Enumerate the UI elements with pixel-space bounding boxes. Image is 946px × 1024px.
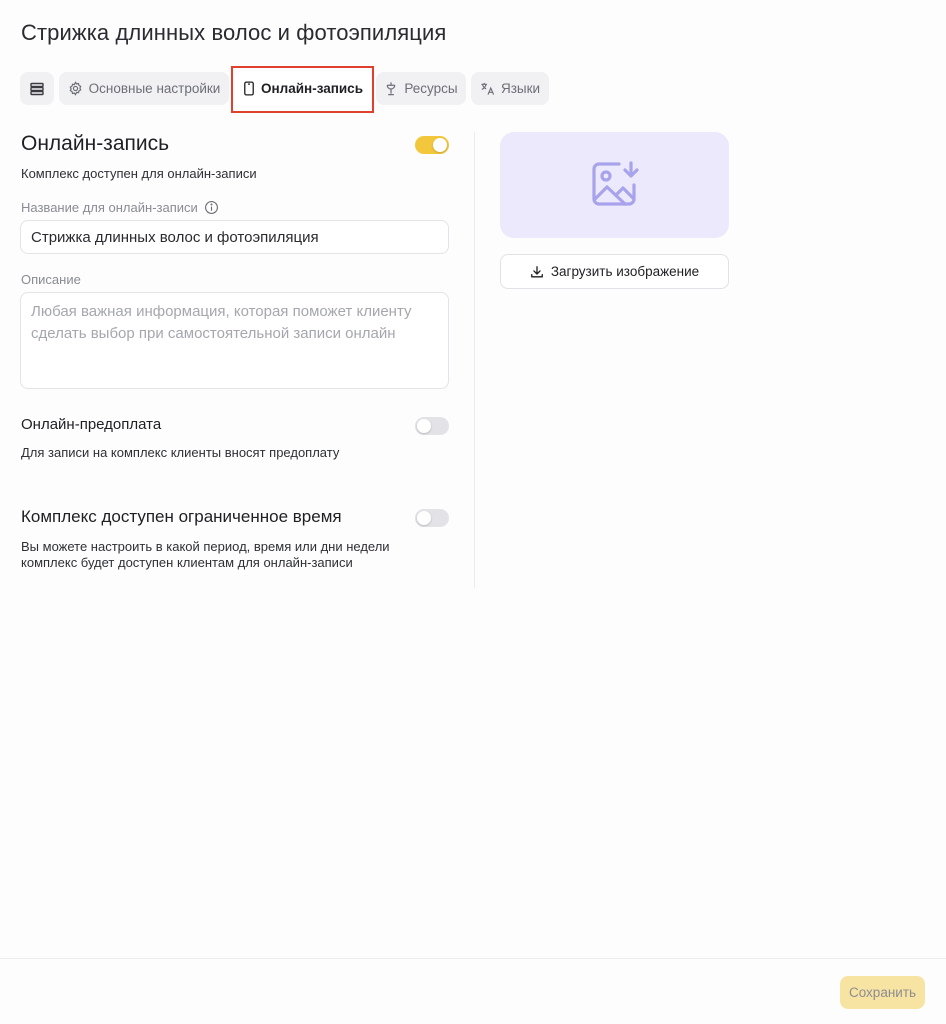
gear-icon bbox=[69, 81, 82, 96]
info-icon[interactable] bbox=[204, 200, 219, 215]
description-label: Описание bbox=[21, 272, 81, 287]
upload-image-label: Загрузить изображение bbox=[550, 264, 700, 279]
phone-icon bbox=[244, 81, 254, 96]
list-icon bbox=[30, 82, 44, 95]
translate-icon bbox=[481, 82, 495, 95]
limited-title: Комплекс доступен ограниченное время bbox=[21, 507, 342, 526]
limited-toggle[interactable] bbox=[415, 509, 449, 527]
prepay-toggle[interactable] bbox=[415, 417, 449, 435]
limited-description-line1: Вы можете настроить в какой период, врем… bbox=[21, 539, 390, 554]
name-label-row: Название для онлайн-записи bbox=[21, 200, 219, 215]
toggle-knob bbox=[417, 419, 431, 433]
tab-resources[interactable]: Ресурсы bbox=[376, 72, 466, 105]
toggle-knob bbox=[433, 138, 447, 152]
download-icon bbox=[530, 265, 543, 277]
save-button[interactable]: Сохранить bbox=[840, 976, 925, 1009]
prepay-description: Для записи на комплекс клиенты вносят пр… bbox=[21, 445, 340, 460]
upload-image-button[interactable]: Загрузить изображение bbox=[500, 254, 729, 289]
tab-languages-label: Языки bbox=[500, 81, 541, 96]
name-input[interactable]: Стрижка длинных волос и фотоэпиляция bbox=[20, 220, 449, 254]
description-textarea[interactable]: Любая важная информация, которая поможет… bbox=[20, 292, 449, 389]
footer-divider bbox=[0, 958, 946, 959]
resource-icon bbox=[387, 82, 396, 96]
limited-description-line2: комплекс будет доступен клиентам для онл… bbox=[21, 555, 353, 570]
prepay-title: Онлайн-предоплата bbox=[21, 416, 162, 433]
tab-basic-settings[interactable]: Основные настройки bbox=[59, 72, 229, 105]
toggle-knob bbox=[417, 511, 431, 525]
online-available-text: Комплекс доступен для онлайн-записи bbox=[21, 166, 257, 181]
image-placeholder[interactable] bbox=[500, 132, 729, 238]
name-field-label: Название для онлайн-записи bbox=[21, 200, 198, 215]
tab-resources-label: Ресурсы bbox=[404, 81, 458, 96]
image-download-icon bbox=[591, 161, 639, 206]
tab-online-booking-label: Онлайн-запись bbox=[261, 81, 363, 96]
tab-basic-settings-label: Основные настройки bbox=[88, 81, 221, 96]
page-title: Стрижка длинных волос и фотоэпиляция bbox=[21, 20, 447, 45]
online-section-title: Онлайн-запись bbox=[21, 132, 170, 155]
tab-menu[interactable] bbox=[20, 72, 54, 105]
tab-languages[interactable]: Языки bbox=[471, 72, 549, 105]
vertical-divider bbox=[474, 132, 475, 588]
online-toggle[interactable] bbox=[415, 136, 449, 154]
tab-online-booking[interactable]: Онлайн-запись bbox=[235, 72, 371, 105]
